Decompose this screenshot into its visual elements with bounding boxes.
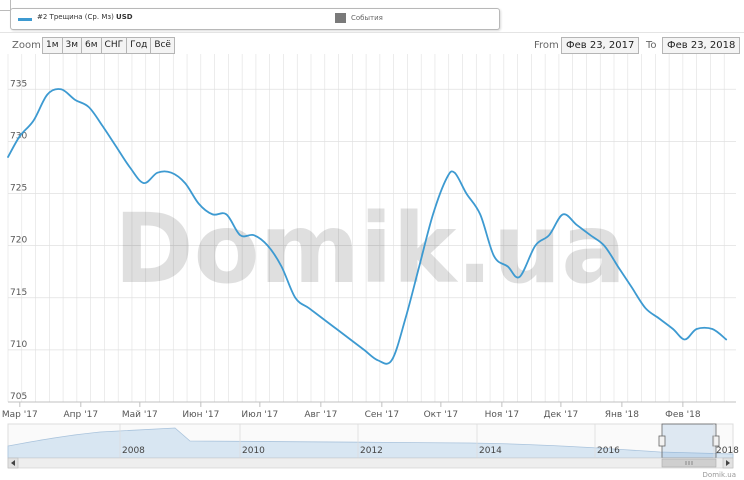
chart-svg: 705710715720725730735 Мар '17 Апр '17 Май … xyxy=(2,54,739,479)
navigator[interactable]: 2008 2010 2012 2014 2016 2018 xyxy=(7,423,739,459)
navigator-tick-label: 2010 xyxy=(242,446,265,456)
x-tick-label: Окт '17 xyxy=(424,410,459,420)
x-tick-label: Янв '18 xyxy=(605,410,640,420)
watermark: Domik.ua xyxy=(114,193,626,305)
scrollbar-track[interactable] xyxy=(7,457,734,469)
y-tick-label: 710 xyxy=(10,340,27,350)
x-tick-label: Апр '17 xyxy=(64,410,99,420)
navigator-handle-left[interactable] xyxy=(658,435,666,447)
x-tick-label: Фев '18 xyxy=(665,410,701,420)
navigator-tick-label: 2018 xyxy=(716,446,739,456)
navigator-tick-label: 2012 xyxy=(360,446,383,456)
y-tick-label: 715 xyxy=(10,288,27,298)
x-axis: Мар '17 Апр '17 Май '17 Июн '17 Июл '17 Авг '… xyxy=(2,401,736,420)
y-tick-label: 720 xyxy=(10,236,27,246)
y-axis: 705710715720725730735 xyxy=(10,79,27,402)
x-tick-label: Авг '17 xyxy=(304,410,337,420)
navigator-tick-label: 2014 xyxy=(479,446,502,456)
scrollbar[interactable] xyxy=(7,457,734,469)
x-tick-label: Июн '17 xyxy=(182,410,219,420)
x-tick-label: Мар '17 xyxy=(2,410,38,420)
navigator-tick-label: 2016 xyxy=(597,446,620,456)
x-tick-label: Май '17 xyxy=(122,410,158,420)
credit-link[interactable]: Domik.ua xyxy=(703,471,736,479)
x-tick-label: Дек '17 xyxy=(543,410,578,420)
y-tick-label: 725 xyxy=(10,184,27,194)
x-tick-label: Июл '17 xyxy=(241,410,278,420)
y-tick-label: 705 xyxy=(10,392,27,402)
navigator-tick-label: 2008 xyxy=(122,446,145,456)
navigator-selection[interactable] xyxy=(661,423,717,459)
x-tick-label: Сен '17 xyxy=(365,410,400,420)
y-tick-label: 735 xyxy=(10,79,27,89)
x-tick-label: Ноя '17 xyxy=(485,410,519,420)
